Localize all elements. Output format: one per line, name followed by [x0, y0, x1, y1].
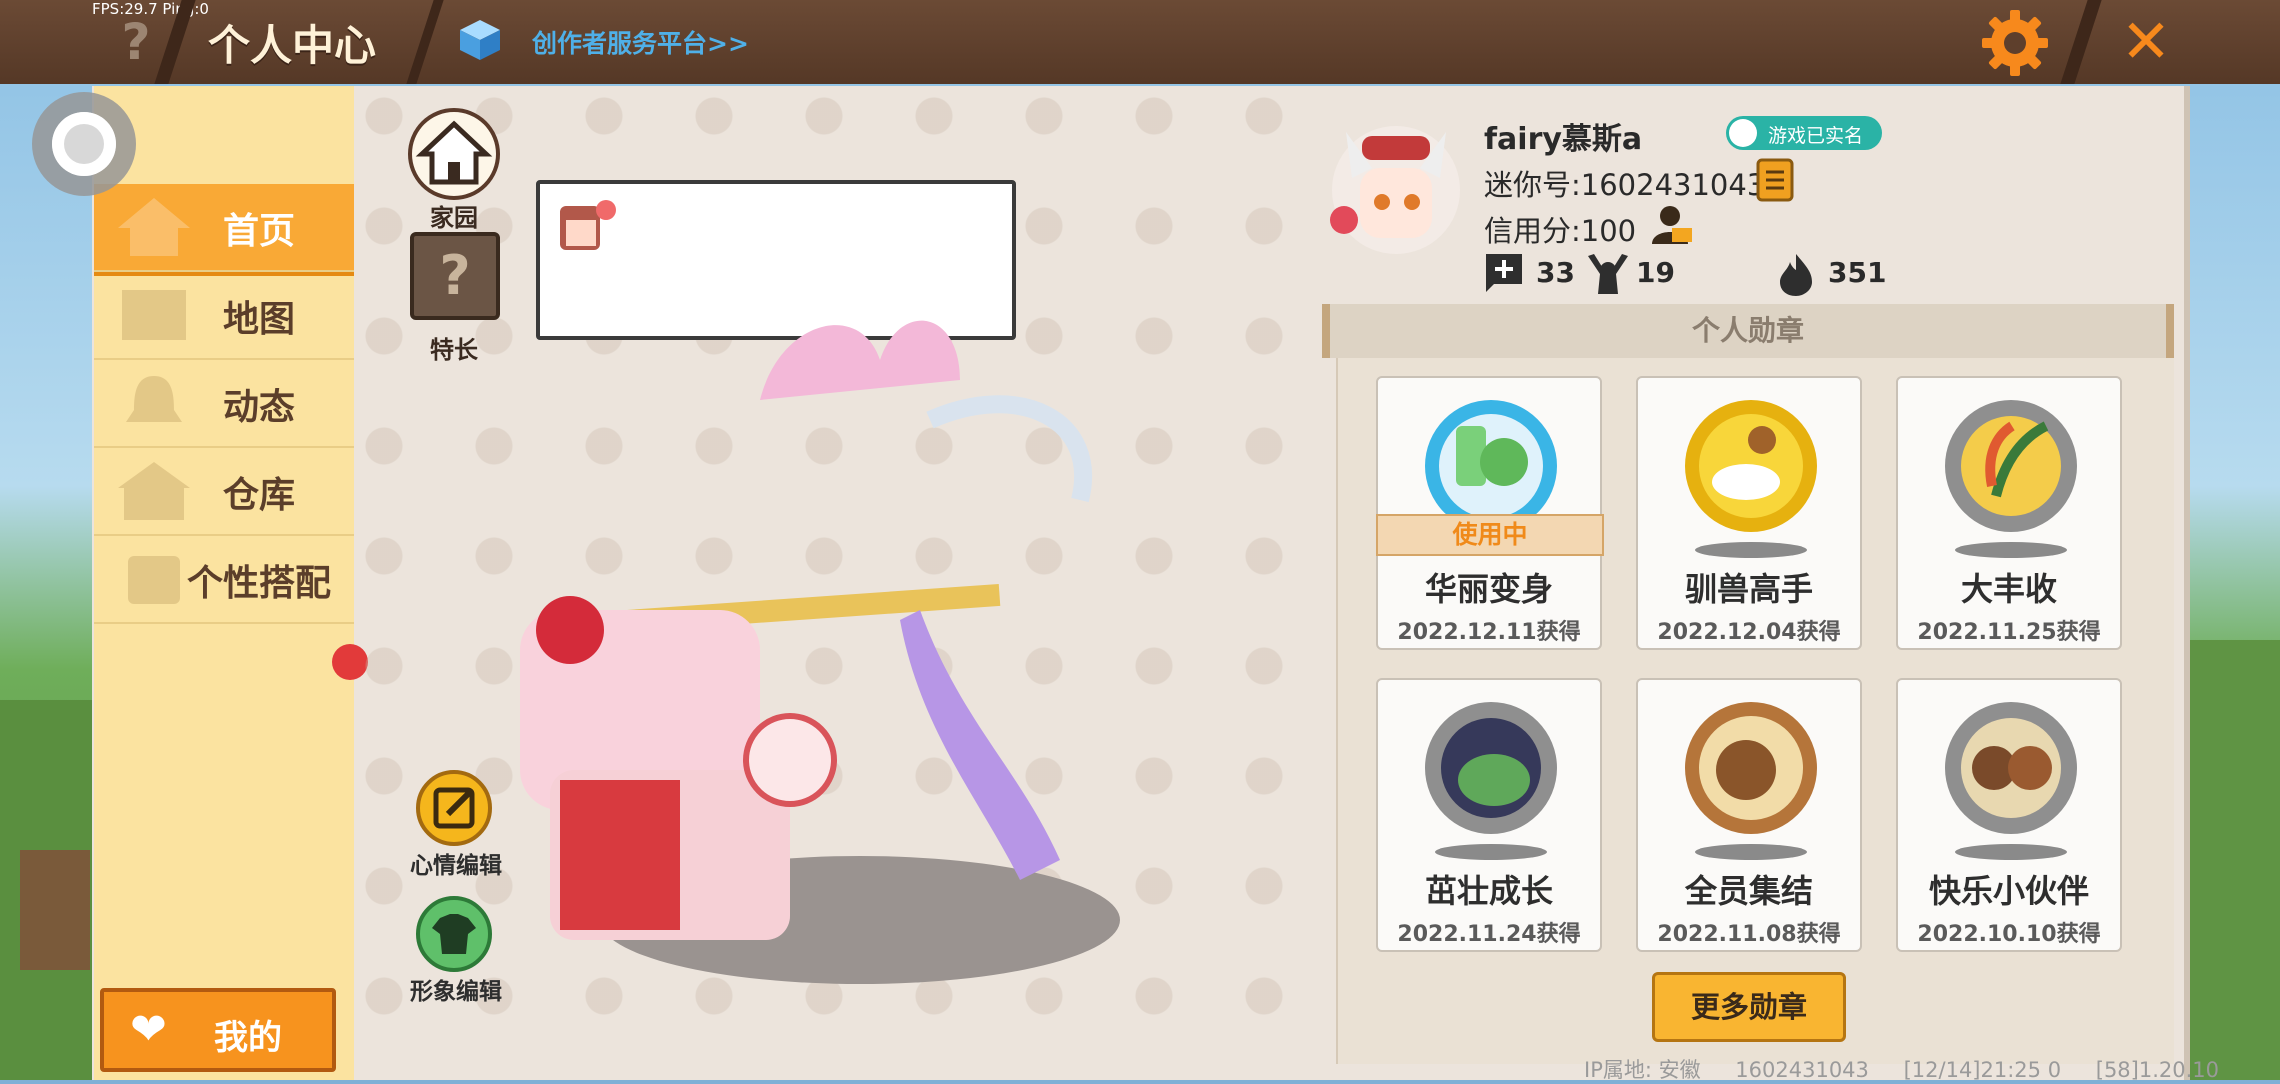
- medal-card-transform[interactable]: 使用中 华丽变身 2022.12.11获得: [1376, 376, 1604, 650]
- my-button[interactable]: ❤ 我的: [100, 988, 336, 1072]
- realname-badge: 游戏已实名: [1726, 116, 1882, 150]
- page-title: 个人中心: [208, 21, 377, 70]
- help-button[interactable]: ?: [108, 14, 164, 70]
- home-button[interactable]: [408, 108, 500, 200]
- medal-name: 快乐小伙伴: [1928, 872, 2089, 910]
- copy-icon[interactable]: [1756, 158, 1794, 202]
- medal-name: 茁壮成长: [1424, 872, 1553, 910]
- medal-card-assemble[interactable]: 全员集结 2022.11.08获得: [1636, 678, 1862, 952]
- sidebar-item-label: 仓库: [222, 475, 295, 516]
- medal-name: 华丽变身: [1424, 570, 1553, 608]
- mini-id: 迷你号:1602431043: [1484, 168, 1766, 202]
- house-icon: [415, 120, 493, 185]
- skill-button[interactable]: ?: [410, 232, 500, 320]
- sidebar-item-map[interactable]: 地图: [94, 272, 354, 360]
- mood-edit-label: 心情编辑: [410, 853, 502, 879]
- medal-date: 2022.11.24获得: [1397, 922, 1581, 947]
- ip-location: IP属地: 安徽: [1584, 1058, 1701, 1082]
- footer-time: [12/14]21:25 0: [1903, 1058, 2062, 1082]
- heart-icon: ❤: [130, 1004, 167, 1055]
- medal-card-grow[interactable]: 茁壮成长 2022.11.24获得: [1376, 678, 1602, 952]
- verified-user-icon: [1729, 119, 1757, 147]
- realname-badge-label: 游戏已实名: [1768, 125, 1864, 147]
- medal-card-harvest[interactable]: 大丰收 2022.11.25获得: [1896, 376, 2122, 650]
- medal-header-label: 个人勋章: [1691, 314, 1804, 347]
- friends-count: 33: [1536, 256, 1575, 289]
- medal-name: 大丰收: [1960, 570, 2057, 608]
- medal-date: 2022.11.08获得: [1657, 922, 1841, 947]
- sidebar-item-label: 首页: [222, 211, 295, 252]
- username: fairy慕斯a: [1484, 122, 1643, 157]
- profile-avatar[interactable]: [1322, 112, 1470, 260]
- mood-avatar-icon: [560, 200, 616, 250]
- in-use-tag: 使用中: [1376, 514, 1604, 556]
- gear-icon[interactable]: [1980, 8, 2050, 78]
- player-character: [520, 320, 1120, 984]
- appearance-edit-button[interactable]: [416, 896, 492, 972]
- medal-card-buddies[interactable]: 快乐小伙伴 2022.10.10获得: [1896, 678, 2122, 952]
- medal-card-tamer[interactable]: 驯兽高手 2022.12.04获得: [1636, 376, 1862, 650]
- popularity-count: 351: [1828, 256, 1887, 289]
- creator-platform-link[interactable]: 创作者服务平台>>: [532, 24, 749, 60]
- close-button[interactable]: ✕: [2114, 10, 2178, 74]
- medal-date: 2022.11.25获得: [1917, 620, 2101, 645]
- sidebar-item-label: 地图: [222, 299, 295, 340]
- credit-user-icon[interactable]: [1650, 204, 1694, 246]
- medal-date: 2022.10.10获得: [1917, 922, 2101, 947]
- add-friend-icon: [1486, 254, 1522, 292]
- footer-version: [58]1.20.10: [2095, 1058, 2220, 1082]
- medal-date: 2022.12.04获得: [1657, 620, 1841, 645]
- medal-harvest-icon: [1945, 400, 2077, 558]
- my-button-label: 我的: [214, 1018, 282, 1058]
- home-label: 家园: [430, 204, 478, 232]
- medal-date: 2022.12.11获得: [1397, 620, 1581, 645]
- fans-icon: [1588, 254, 1628, 294]
- background-block: [20, 850, 90, 970]
- medal-name: 全员集结: [1684, 872, 1813, 910]
- appearance-edit-label: 形象编辑: [410, 979, 502, 1005]
- skill-label: 特长: [430, 336, 478, 364]
- flame-icon: [1780, 254, 1812, 296]
- medal-buddies-icon: [1945, 702, 2077, 860]
- credit-score: 信用分:100: [1484, 214, 1637, 248]
- sidebar-item-home[interactable]: 首页: [94, 184, 354, 272]
- floating-assist-button[interactable]: [32, 92, 136, 196]
- medal-tamer-icon: [1685, 400, 1817, 558]
- sidebar-item-label: 个性搭配: [186, 563, 331, 604]
- shirt-icon: [432, 914, 476, 954]
- mood-edit-button[interactable]: [416, 770, 492, 846]
- sidebar-item-outfit[interactable]: 个性搭配: [94, 536, 354, 624]
- footer-uid: 1602431043: [1735, 1058, 1869, 1082]
- cube-icon[interactable]: [458, 18, 502, 62]
- sidebar-item-label: 动态: [222, 387, 295, 428]
- medal-grow-icon: [1425, 702, 1557, 860]
- sidebar-item-storage[interactable]: 仓库: [94, 448, 354, 536]
- edit-icon: [433, 787, 475, 829]
- medal-header: 个人勋章: [1322, 304, 2174, 358]
- background-hill: [2180, 640, 2280, 1080]
- medal-name: 驯兽高手: [1684, 570, 1813, 608]
- fans-count: 19: [1636, 256, 1675, 289]
- medal-assemble-icon: [1685, 702, 1817, 860]
- panel-edge: [2184, 86, 2190, 1080]
- sidebar: 首页 地图 动态 仓库 个性搭配: [94, 86, 354, 1080]
- more-medals-button[interactable]: 更多勋章: [1652, 972, 1846, 1042]
- sidebar-item-feed[interactable]: 动态: [94, 360, 354, 448]
